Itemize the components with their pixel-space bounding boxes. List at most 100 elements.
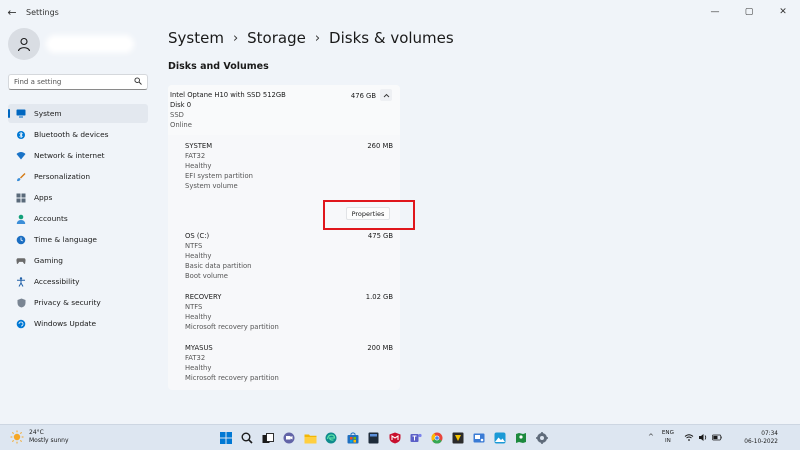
sidebar-item-system[interactable]: System	[8, 104, 148, 123]
sidebar-item-label: Apps	[34, 193, 53, 202]
search-icon[interactable]	[134, 77, 142, 87]
minimize-button[interactable]: —	[698, 0, 732, 24]
snip-icon[interactable]	[469, 428, 489, 448]
brush-icon	[16, 172, 26, 182]
collapse-button[interactable]	[380, 89, 392, 101]
sidebar-item-label: Gaming	[34, 256, 63, 265]
disk-number: Disk 0	[170, 101, 192, 109]
disk-status: Online	[170, 121, 192, 129]
wifi-icon[interactable]	[684, 432, 694, 442]
weather-widget[interactable]: 24°C Mostly sunny	[10, 429, 69, 445]
volume-detail: NTFS	[185, 242, 203, 250]
volume-detail: Boot volume	[185, 272, 228, 280]
sticky-app-icon[interactable]	[448, 428, 468, 448]
sidebar-item-time-and-language[interactable]: Time & language	[8, 230, 148, 249]
volume-detail: Healthy	[185, 313, 212, 321]
sidebar-item-accessibility[interactable]: Accessibility	[8, 272, 148, 291]
sidebar-item-windows-update[interactable]: Windows Update	[8, 314, 148, 333]
clock-time: 07:34	[761, 431, 778, 437]
clock-date: 06-10-2022	[744, 439, 778, 445]
redacted-username	[50, 39, 130, 49]
sidebar-item-label: Privacy & security	[34, 298, 101, 307]
sidebar-item-personalization[interactable]: Personalization	[8, 167, 148, 186]
volume-icon[interactable]	[698, 432, 708, 442]
sidebar-item-label: Personalization	[34, 172, 91, 181]
volume-name: OS (C:)	[185, 232, 210, 240]
update-icon	[16, 319, 26, 329]
volume-size: 1.02 GB	[365, 293, 393, 301]
mcafee-icon[interactable]	[385, 428, 405, 448]
search-icon[interactable]	[237, 428, 257, 448]
chat-icon[interactable]	[279, 428, 299, 448]
photos-icon[interactable]	[490, 428, 510, 448]
close-button[interactable]: ✕	[766, 0, 800, 24]
sidebar-item-label: Bluetooth & devices	[34, 130, 109, 139]
show-hidden-icons-button[interactable]: ^	[648, 433, 654, 441]
volume-name: SYSTEM	[185, 142, 213, 150]
breadcrumb-storage[interactable]: Storage	[247, 29, 306, 47]
language-indicator[interactable]: ENG IN	[662, 429, 674, 445]
disks-panel: Intel Optane H10 with SSD 512GB 476 GB D…	[168, 85, 400, 390]
section-title: Disks and Volumes	[168, 61, 269, 72]
teams-icon[interactable]	[406, 428, 426, 448]
person-icon	[16, 214, 26, 224]
volume-size: 200 MB	[367, 344, 393, 352]
volume-detail: EFI system partition	[185, 172, 253, 180]
user-profile[interactable]	[8, 28, 130, 60]
app-title: Settings	[26, 7, 59, 17]
maximize-button[interactable]: ▢	[732, 0, 766, 24]
window-controls: — ▢ ✕	[698, 0, 800, 24]
breadcrumb-system[interactable]: System	[168, 29, 224, 47]
apps-icon	[16, 193, 26, 203]
sidebar-item-network-and-internet[interactable]: Network & internet	[8, 146, 148, 165]
file-explorer-icon[interactable]	[300, 428, 320, 448]
start-icon[interactable]	[216, 428, 236, 448]
chrome-icon[interactable]	[427, 428, 447, 448]
volume-detail: FAT32	[185, 354, 206, 362]
volume-item[interactable]: MYASUS 200 MB FAT32 Healthy Microsoft recove…	[185, 344, 393, 384]
calculator-icon[interactable]	[364, 428, 384, 448]
battery-icon[interactable]	[712, 432, 722, 442]
sidebar-item-label: Accessibility	[34, 277, 80, 286]
volume-detail: Healthy	[185, 162, 212, 170]
volume-size: 475 GB	[367, 232, 393, 240]
sidebar-item-apps[interactable]: Apps	[8, 188, 148, 207]
accessibility-icon	[16, 276, 26, 287]
volume-detail: Microsoft recovery partition	[185, 374, 279, 382]
volume-name: RECOVERY	[185, 293, 222, 301]
volume-detail: FAT32	[185, 152, 206, 160]
monitor-icon	[16, 109, 26, 119]
system-tray: ^ ENG IN	[648, 429, 726, 445]
highlight-box	[323, 200, 415, 230]
avatar[interactable]	[8, 28, 40, 60]
volume-name: MYASUS	[185, 344, 213, 352]
volume-item[interactable]: SYSTEM 260 MB FAT32 Healthy EFI system parti…	[185, 142, 393, 192]
sidebar-item-gaming[interactable]: Gaming	[8, 251, 148, 270]
sidebar-item-privacy-and-security[interactable]: Privacy & security	[8, 293, 148, 312]
task-view-icon[interactable]	[258, 428, 278, 448]
clock[interactable]: 07:34 06-10-2022	[744, 430, 778, 446]
volume-item[interactable]: OS (C:) 475 GB NTFS Healthy Basic data parti…	[185, 232, 393, 282]
search-box[interactable]	[8, 74, 148, 90]
edge-icon[interactable]	[321, 428, 341, 448]
wifi-icon	[16, 151, 26, 161]
volume-item[interactable]: RECOVERY 1.02 GB NTFS Healthy Microsoft reco…	[185, 293, 393, 333]
volume-detail: Basic data partition	[185, 262, 252, 270]
sidebar-item-label: Time & language	[34, 235, 97, 244]
page-title: Disks & volumes	[329, 29, 454, 47]
search-input[interactable]	[14, 78, 134, 86]
shield-icon	[16, 298, 26, 308]
breadcrumb: System › Storage › Disks & volumes	[168, 29, 454, 47]
store-icon[interactable]	[343, 428, 363, 448]
taskbar: 24°C Mostly sunny ^ ENG IN 07:34 06-10-2…	[0, 424, 800, 450]
settings-icon[interactable]	[532, 428, 552, 448]
sidebar-item-label: Windows Update	[34, 319, 97, 328]
sidebar-item-accounts[interactable]: Accounts	[8, 209, 148, 228]
maps-icon[interactable]	[511, 428, 531, 448]
disk-header[interactable]: Intel Optane H10 with SSD 512GB 476 GB D…	[168, 85, 400, 135]
volume-detail: System volume	[185, 182, 238, 190]
chevron-up-icon	[383, 93, 389, 97]
sidebar-item-bluetooth-and-devices[interactable]: Bluetooth & devices	[8, 125, 148, 144]
disk-name: Intel Optane H10 with SSD 512GB	[170, 91, 286, 99]
back-button[interactable]: ←	[0, 0, 24, 24]
